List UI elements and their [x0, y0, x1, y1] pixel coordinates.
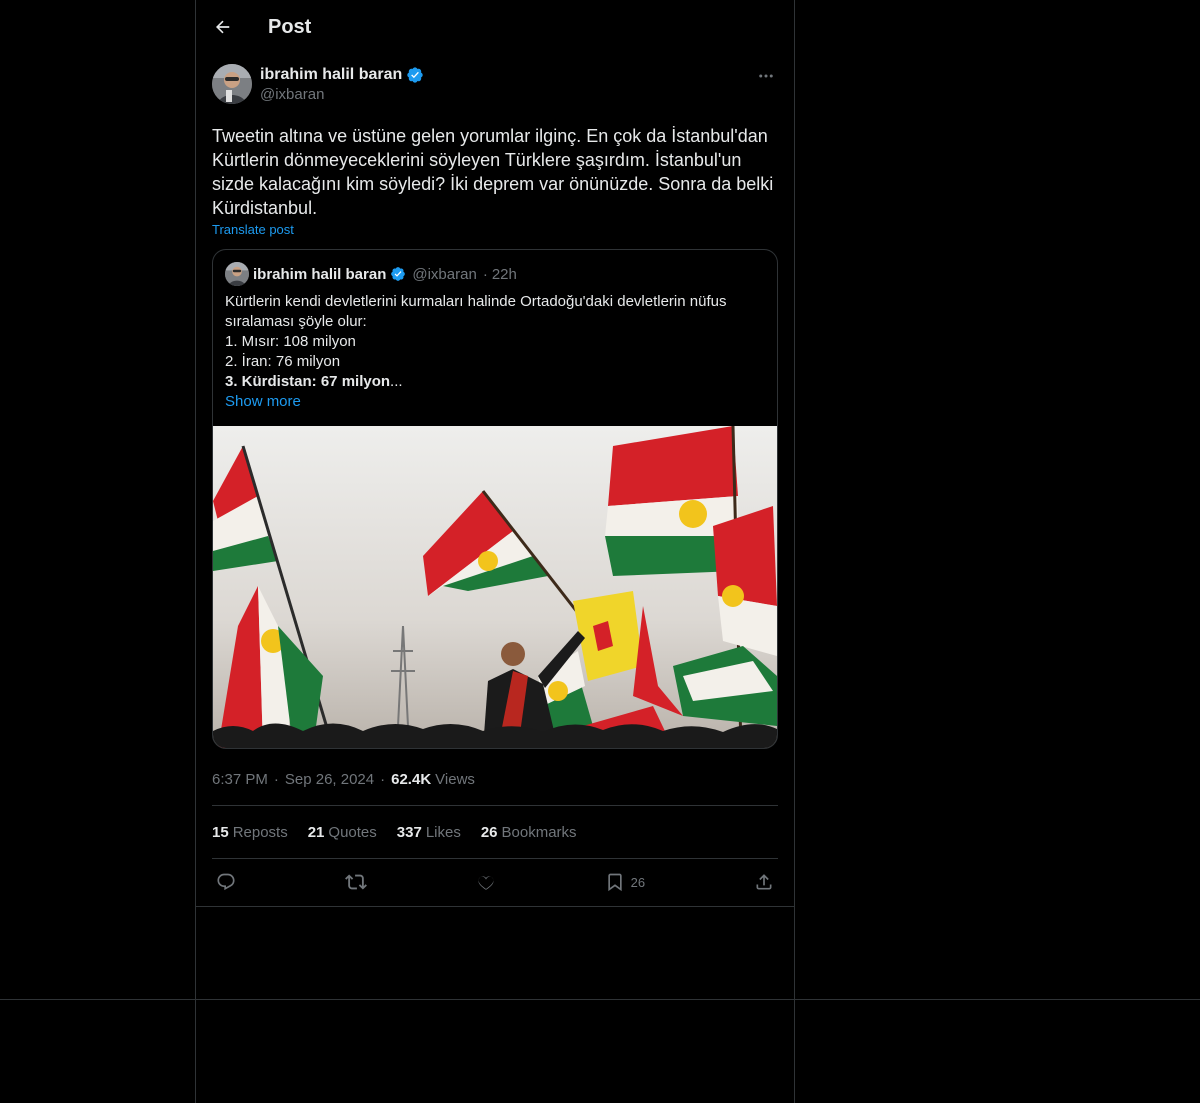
- post-meta: 6:37 PM · Sep 26, 2024 · 62.4K Views: [212, 769, 778, 789]
- engagement-stats: 15 Reposts 21 Quotes 337 Likes 26 Bookmarks: [212, 806, 778, 858]
- separator-dot: ·: [273, 770, 279, 788]
- like-icon: [478, 876, 494, 890]
- show-more-link[interactable]: Show more: [225, 392, 765, 412]
- quoted-post-text: Kürtlerin kendi devletlerini kurmaları h…: [225, 292, 765, 412]
- ellipsis: ...: [390, 373, 403, 390]
- quotes-count: 21: [307, 823, 325, 841]
- reply-icon: [217, 873, 235, 891]
- like-button[interactable]: [476, 872, 496, 892]
- verified-badge-icon: [390, 266, 406, 282]
- quoted-post[interactable]: ibrahim halil baran @ixbaran · 22h Kürtl…: [212, 249, 778, 749]
- quoted-bold-line: 3. Kürdistan: 67 milyon: [225, 373, 391, 390]
- quoted-line: 2. İran: 76 milyon: [225, 353, 341, 370]
- quoted-time: 22h: [491, 265, 517, 283]
- more-icon: [759, 74, 773, 78]
- page-title: Post: [268, 15, 312, 38]
- bookmarks-count: 26: [480, 823, 498, 841]
- bookmarks-stat[interactable]: 26 Bookmarks: [481, 824, 577, 841]
- quoted-author-handle: @ixbaran: [412, 265, 477, 283]
- quoted-line: 1. Mısır: 108 milyon: [225, 333, 356, 350]
- action-bar: 26: [212, 859, 778, 905]
- views-label: Views: [435, 770, 475, 788]
- post-time[interactable]: 6:37 PM: [212, 771, 268, 788]
- views-count: 62.4K: [391, 770, 432, 788]
- right-column-border: [794, 0, 795, 1103]
- avatar[interactable]: [212, 64, 252, 104]
- reposts-label: Reposts: [232, 823, 288, 841]
- author-name-text[interactable]: ibrahim halil baran: [260, 65, 402, 85]
- verified-badge-icon[interactable]: [406, 66, 424, 84]
- main-column: Post ibrahim halil baran @ixbaran Tweeti…: [196, 0, 794, 907]
- bookmark-count: 26: [630, 874, 646, 890]
- reply-button[interactable]: [216, 872, 236, 892]
- likes-stat[interactable]: 337 Likes: [397, 824, 461, 841]
- likes-label: Likes: [425, 823, 461, 841]
- separator-dot: ·: [380, 770, 386, 788]
- author-handle[interactable]: @ixbaran: [260, 85, 424, 105]
- quoted-line: Kürtlerin kendi devletlerini kurmaları h…: [225, 293, 731, 330]
- post-text: Tweetin altına ve üstüne gelen yorumlar …: [212, 126, 779, 218]
- quoted-post-header: ibrahim halil baran @ixbaran · 22h: [225, 262, 765, 286]
- bookmarks-label: Bookmarks: [501, 823, 577, 841]
- separator-dot: ·: [482, 265, 488, 283]
- reposts-stat[interactable]: 15 Reposts: [212, 824, 288, 841]
- quoted-post-image[interactable]: [213, 426, 777, 748]
- bottom-divider: [0, 999, 1200, 1000]
- bookmark-icon: [607, 873, 622, 892]
- quoted-author-name: ibrahim halil baran: [253, 265, 387, 283]
- bookmark-button[interactable]: 26: [605, 872, 645, 892]
- more-button[interactable]: [754, 64, 778, 88]
- back-button[interactable]: [206, 10, 240, 44]
- repost-icon: [344, 874, 367, 890]
- post: ibrahim halil baran @ixbaran Tweetin alt…: [196, 64, 794, 905]
- back-arrow-icon: [216, 20, 230, 34]
- author-name[interactable]: ibrahim halil baran: [260, 65, 424, 85]
- post-date[interactable]: Sep 26, 2024: [285, 771, 374, 788]
- likes-count: 337: [396, 823, 422, 841]
- quotes-label: Quotes: [328, 823, 377, 841]
- quoted-avatar: [225, 262, 249, 286]
- share-icon: [756, 874, 772, 890]
- top-bar: Post: [196, 0, 794, 54]
- share-button[interactable]: [754, 872, 774, 892]
- translate-post-link[interactable]: Translate post: [212, 222, 294, 237]
- author-row: ibrahim halil baran @ixbaran: [212, 64, 778, 116]
- post-bottom-border: [196, 906, 794, 907]
- reposts-count: 15: [212, 823, 229, 841]
- repost-button[interactable]: [344, 871, 367, 893]
- quotes-stat[interactable]: 21 Quotes: [308, 824, 377, 841]
- avatar-image: [212, 64, 252, 104]
